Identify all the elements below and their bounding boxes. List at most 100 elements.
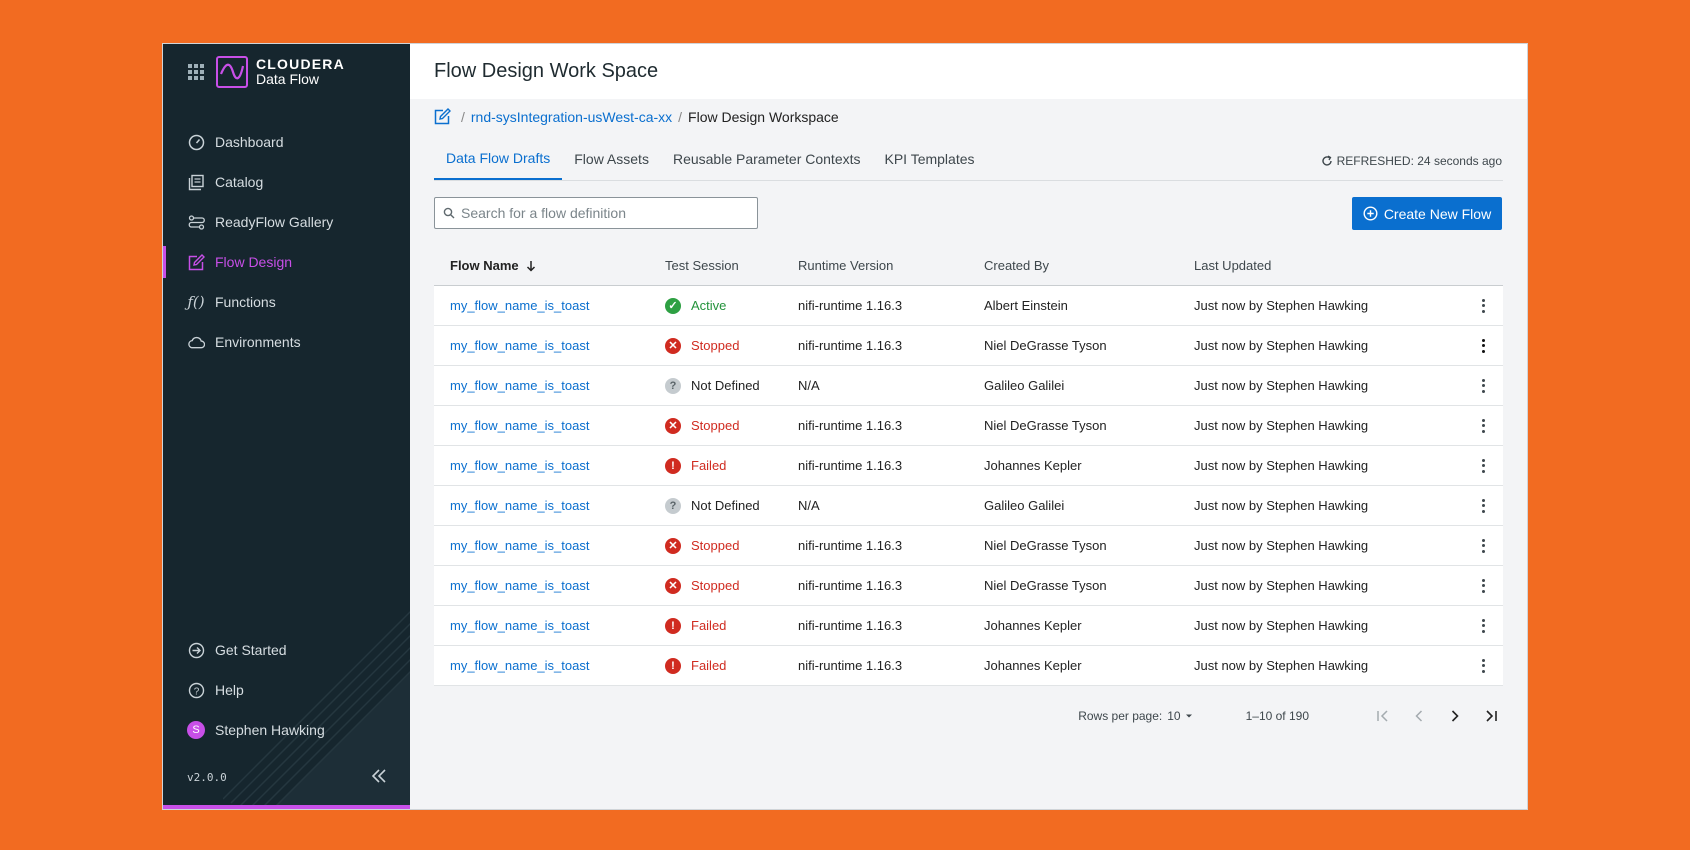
row-actions-icon[interactable]	[1477, 458, 1491, 474]
question-circle-icon: ?	[665, 377, 681, 394]
row-actions-icon[interactable]	[1477, 378, 1491, 394]
table-row[interactable]: my_flow_name_is_toast ? Not Defined N/A G…	[434, 366, 1503, 406]
sidebar-item-get-started[interactable]: Get Started	[163, 630, 410, 670]
tab-kpi-templates[interactable]: KPI Templates	[873, 138, 987, 180]
get-started-icon	[187, 641, 205, 659]
alert-circle-icon: !	[665, 457, 681, 474]
created-by: Niel DeGrasse Tyson	[984, 418, 1107, 433]
table-row[interactable]: my_flow_name_is_toast ! Failed nifi-runti…	[434, 646, 1503, 686]
flow-name-link[interactable]: my_flow_name_is_toast	[450, 538, 589, 553]
previous-page-icon[interactable]	[1407, 704, 1431, 728]
table-row[interactable]: my_flow_name_is_toast ✕ Stopped nifi-runt…	[434, 326, 1503, 366]
collapse-sidebar-icon[interactable]	[369, 766, 389, 786]
table-row[interactable]: my_flow_name_is_toast ✕ Stopped nifi-runt…	[434, 566, 1503, 606]
table-row[interactable]: my_flow_name_is_toast ? Not Defined N/A G…	[434, 486, 1503, 526]
flow-name-link[interactable]: my_flow_name_is_toast	[450, 378, 589, 393]
row-actions-icon[interactable]	[1477, 618, 1491, 634]
breadcrumb-separator: /	[461, 108, 465, 125]
sidebar-item-label: Stephen Hawking	[215, 722, 325, 738]
readyflow-icon	[187, 213, 205, 231]
brand-name: CLOUDERA	[256, 56, 345, 73]
column-header-last-updated[interactable]: Last Updated	[1194, 258, 1464, 273]
flow-name-link[interactable]: my_flow_name_is_toast	[450, 458, 589, 473]
rows-per-page-select[interactable]: Rows per page: 10	[1078, 709, 1193, 723]
row-actions-icon[interactable]	[1477, 538, 1491, 554]
app-window: CLOUDERA Data Flow Dashboard Catalog Rea…	[162, 43, 1528, 810]
status-badge: ! Failed	[665, 657, 798, 674]
status-badge: ? Not Defined	[665, 377, 798, 394]
svg-text:?: ?	[193, 686, 199, 697]
sidebar-item-user-profile[interactable]: S Stephen Hawking	[163, 710, 410, 750]
sidebar-item-dashboard[interactable]: Dashboard	[163, 122, 410, 162]
status-badge: ! Failed	[665, 457, 798, 474]
status-badge: ? Not Defined	[665, 497, 798, 514]
last-updated: Just now by Stephen Hawking	[1194, 418, 1369, 433]
search-icon	[443, 207, 455, 219]
row-actions-icon[interactable]	[1477, 498, 1491, 514]
sidebar-item-readyflow-gallery[interactable]: ReadyFlow Gallery	[163, 202, 410, 242]
flow-name-link[interactable]: my_flow_name_is_toast	[450, 498, 589, 513]
table-row[interactable]: my_flow_name_is_toast ✓ Active nifi-runti…	[434, 286, 1503, 326]
refresh-icon	[1321, 155, 1332, 166]
runtime-version: nifi-runtime 1.16.3	[798, 618, 903, 633]
flow-design-icon[interactable]	[434, 108, 451, 125]
status-badge: ✕ Stopped	[665, 417, 798, 434]
rows-per-page-value: 10	[1167, 709, 1181, 723]
flow-name-link[interactable]: my_flow_name_is_toast	[450, 298, 589, 313]
search-input[interactable]	[461, 205, 741, 221]
column-header-created-by[interactable]: Created By	[984, 258, 1194, 273]
sidebar: CLOUDERA Data Flow Dashboard Catalog Rea…	[163, 44, 410, 809]
column-header-test-session[interactable]: Test Session	[665, 258, 798, 273]
sidebar-item-label: Catalog	[215, 174, 264, 190]
flows-table: Flow Name Test Session Runtime Version C…	[434, 246, 1503, 686]
tab-reusable-parameter-contexts[interactable]: Reusable Parameter Contexts	[661, 138, 873, 180]
tab-data-flow-drafts[interactable]: Data Flow Drafts	[434, 138, 563, 180]
table-row[interactable]: my_flow_name_is_toast ✕ Stopped nifi-runt…	[434, 526, 1503, 566]
flow-name-link[interactable]: my_flow_name_is_toast	[450, 618, 589, 633]
refresh-status[interactable]: REFRESHED: 24 seconds ago	[1321, 154, 1502, 168]
sidebar-item-help[interactable]: ? Help	[163, 670, 410, 710]
last-updated: Just now by Stephen Hawking	[1194, 538, 1369, 553]
flow-design-icon	[187, 253, 205, 271]
brand: CLOUDERA Data Flow	[188, 55, 345, 89]
sidebar-item-flow-design[interactable]: Flow Design	[163, 242, 410, 282]
pagination-range: 1–10 of 190	[1245, 709, 1309, 723]
breadcrumb-environment-link[interactable]: rnd-sysIntegration-usWest-ca-xx	[471, 109, 672, 125]
row-actions-icon[interactable]	[1477, 658, 1491, 674]
table-row[interactable]: my_flow_name_is_toast ! Failed nifi-runti…	[434, 606, 1503, 646]
sidebar-item-functions[interactable]: ƒ() Functions	[163, 282, 410, 322]
row-actions-icon[interactable]	[1477, 418, 1491, 434]
sort-descending-icon	[526, 260, 535, 272]
table-row[interactable]: my_flow_name_is_toast ! Failed nifi-runti…	[434, 446, 1503, 486]
runtime-version: N/A	[798, 498, 820, 513]
dashboard-icon	[187, 133, 205, 151]
create-new-flow-button[interactable]: Create New Flow	[1352, 197, 1502, 230]
sidebar-item-catalog[interactable]: Catalog	[163, 162, 410, 202]
runtime-version: nifi-runtime 1.16.3	[798, 538, 903, 553]
refreshed-label: REFRESHED: 24 seconds ago	[1336, 154, 1502, 168]
flow-name-link[interactable]: my_flow_name_is_toast	[450, 338, 589, 353]
last-page-icon[interactable]	[1479, 704, 1503, 728]
error-circle-icon: ✕	[665, 577, 681, 594]
column-header-runtime-version[interactable]: Runtime Version	[798, 258, 984, 273]
row-actions-icon[interactable]	[1477, 338, 1491, 354]
table-row[interactable]: my_flow_name_is_toast ✕ Stopped nifi-runt…	[434, 406, 1503, 446]
top-bar: Flow Design Work Space	[410, 44, 1527, 99]
sidebar-accent-bar	[163, 805, 410, 809]
flow-name-link[interactable]: my_flow_name_is_toast	[450, 418, 589, 433]
first-page-icon[interactable]	[1371, 704, 1395, 728]
row-actions-icon[interactable]	[1477, 298, 1491, 314]
sidebar-item-environments[interactable]: Environments	[163, 322, 410, 362]
flow-name-link[interactable]: my_flow_name_is_toast	[450, 578, 589, 593]
sidebar-item-label: ReadyFlow Gallery	[215, 214, 334, 230]
tab-flow-assets[interactable]: Flow Assets	[562, 138, 661, 180]
column-header-flow-name[interactable]: Flow Name	[434, 258, 665, 273]
version-label: v2.0.0	[187, 771, 227, 784]
app-launcher-icon[interactable]	[188, 64, 204, 80]
next-page-icon[interactable]	[1443, 704, 1467, 728]
row-actions-icon[interactable]	[1477, 578, 1491, 594]
last-updated: Just now by Stephen Hawking	[1194, 498, 1369, 513]
flow-name-link[interactable]: my_flow_name_is_toast	[450, 658, 589, 673]
last-updated: Just now by Stephen Hawking	[1194, 458, 1369, 473]
status-badge: ✕ Stopped	[665, 337, 798, 354]
